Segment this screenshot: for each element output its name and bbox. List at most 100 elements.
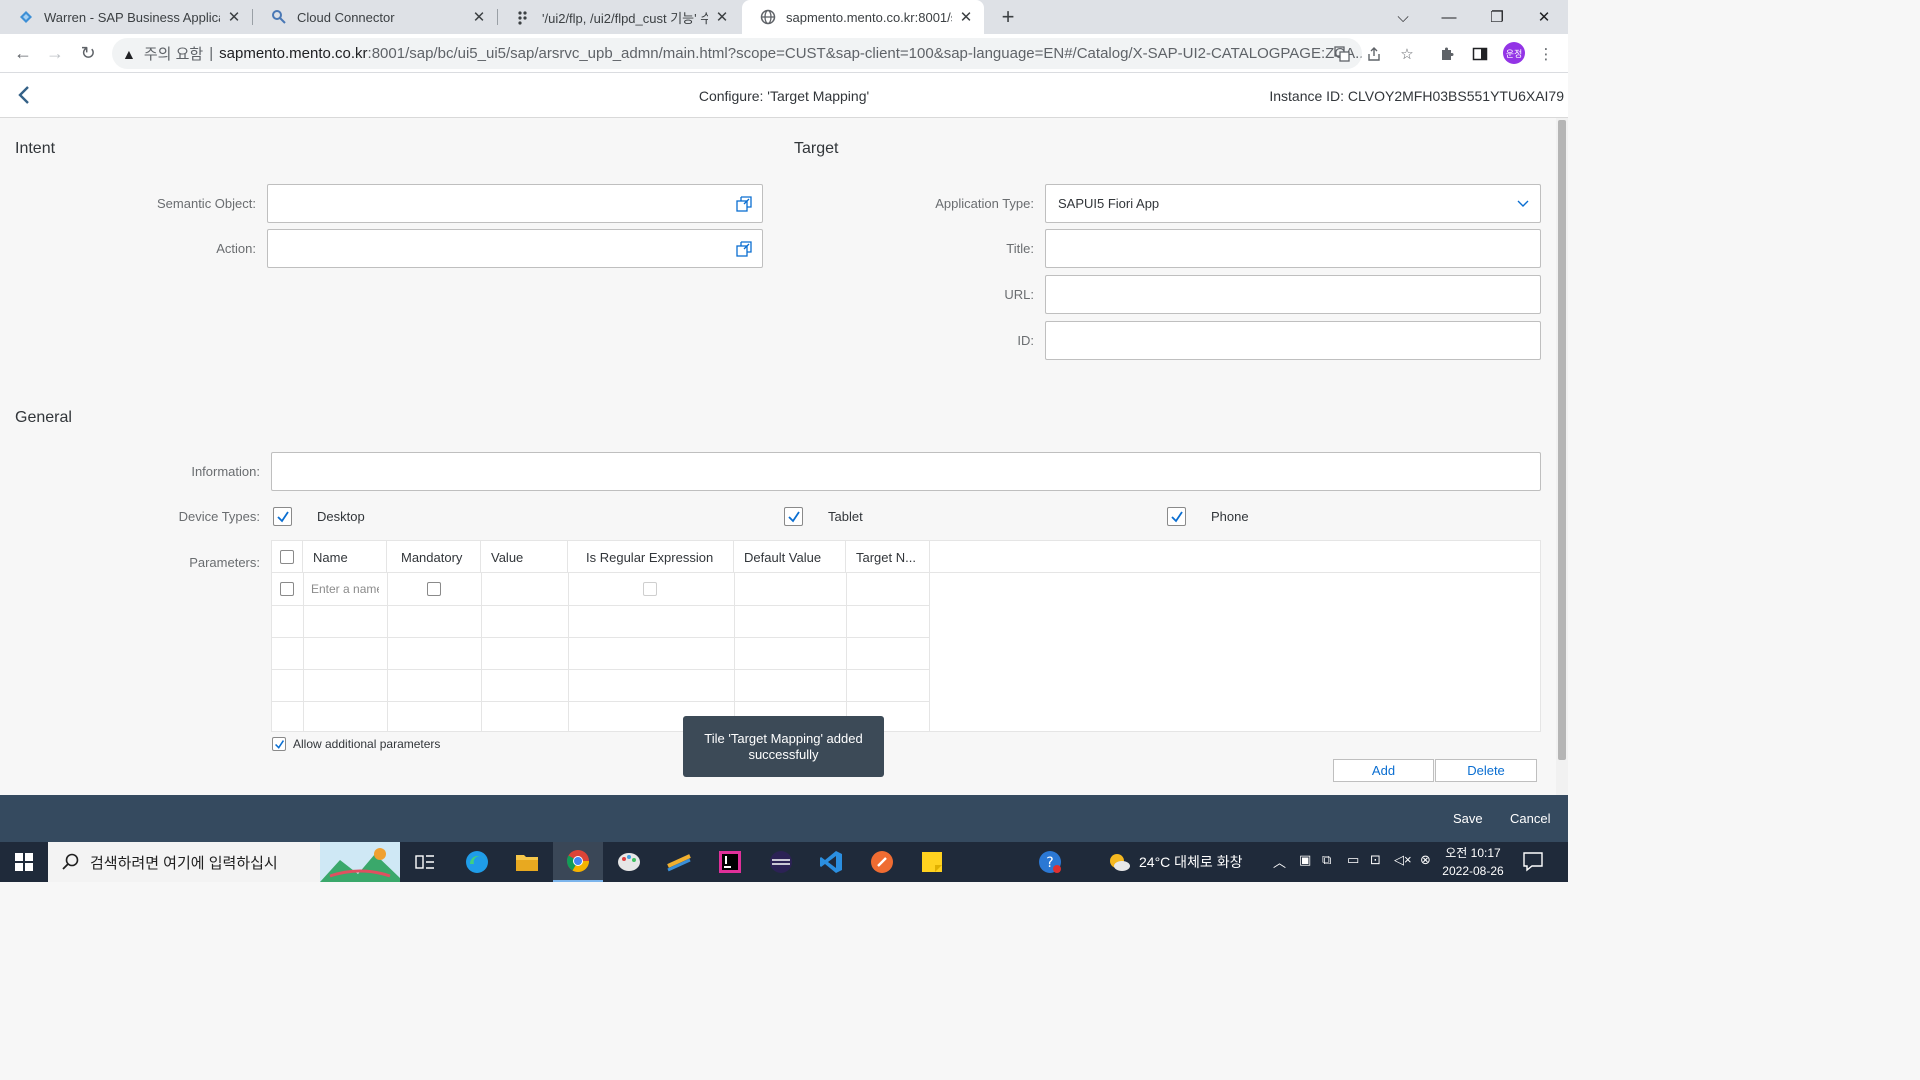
side-panel-icon[interactable]: [1469, 43, 1491, 65]
grid-line: [734, 573, 735, 731]
tablet-checkbox[interactable]: [784, 507, 803, 526]
cloud-connector-icon: [271, 9, 287, 25]
chrome-icon[interactable]: [553, 842, 603, 882]
close-tab-icon[interactable]: ✕: [471, 8, 487, 26]
tablet-label: Tablet: [828, 509, 863, 524]
action-input[interactable]: [267, 229, 763, 268]
share-icon[interactable]: [1363, 43, 1385, 65]
scrollbar-thumb[interactable]: [1558, 120, 1566, 760]
close-tab-icon[interactable]: ✕: [714, 8, 730, 26]
close-tab-icon[interactable]: ✕: [958, 8, 974, 26]
column-mandatory[interactable]: Mandatory: [387, 541, 481, 573]
back-arrow-icon[interactable]: ←: [8, 38, 38, 68]
check-icon: [1170, 511, 1183, 522]
dots-icon: [516, 9, 532, 25]
information-label: Information:: [191, 464, 260, 479]
grid-line: [568, 573, 569, 731]
weather-status[interactable]: 24°C 대체로 화창: [1139, 852, 1242, 872]
column-name[interactable]: Name: [303, 541, 387, 573]
application-type-label: Application Type:: [935, 196, 1034, 211]
svg-text:?: ?: [1046, 855, 1053, 871]
browser-menu-icon[interactable]: ⋮: [1535, 43, 1557, 65]
mandatory-checkbox[interactable]: [427, 582, 441, 596]
grid-line: [929, 573, 930, 731]
check-icon: [787, 511, 800, 522]
instance-id: Instance ID: CLVOY2MFH03BS551YTU6XAI79: [1269, 88, 1564, 104]
close-window-icon[interactable]: ✕: [1521, 0, 1567, 34]
translate-icon[interactable]: [1331, 43, 1353, 65]
id-input[interactable]: [1045, 321, 1541, 360]
windows-logo-icon: [15, 853, 33, 871]
information-input[interactable]: [271, 452, 1541, 491]
title-input[interactable]: [1045, 229, 1541, 268]
show-hidden-icons-icon[interactable]: ︿: [1273, 852, 1286, 871]
sap-shell-header: Configure: 'Target Mapping' Instance ID:…: [0, 73, 1568, 118]
windows-start-button[interactable]: [0, 842, 48, 882]
toast-message: Tile 'Target Mapping' added successfully: [683, 716, 884, 777]
grid-line: [272, 637, 929, 638]
close-tab-icon[interactable]: ✕: [226, 8, 242, 26]
check-icon: [276, 511, 289, 522]
forward-arrow-icon[interactable]: →: [40, 38, 70, 68]
browser-tab-sap-btp[interactable]: Warren - SAP Business Applicati ✕: [0, 0, 252, 34]
column-value[interactable]: Value: [481, 541, 568, 573]
battery-icon[interactable]: ▭: [1347, 852, 1359, 868]
edge-browser-icon[interactable]: [452, 842, 502, 882]
network-share-icon[interactable]: ⧉: [1322, 852, 1331, 868]
help-notification-icon[interactable]: ?: [1025, 842, 1075, 882]
select-all-checkbox[interactable]: [280, 550, 294, 564]
reload-icon[interactable]: ↻: [73, 38, 103, 68]
browser-tab-ui2-flp[interactable]: '/ui2/flp, /ui2/flpd_cust 기능' 수 ✕: [498, 0, 740, 34]
regex-checkbox: [643, 582, 657, 596]
save-button[interactable]: Save: [1453, 811, 1483, 826]
delete-button[interactable]: Delete: [1435, 759, 1537, 782]
intellij-icon[interactable]: [705, 842, 755, 882]
new-tab-button[interactable]: +: [996, 5, 1020, 29]
row-select-checkbox[interactable]: [280, 582, 294, 596]
extensions-puzzle-icon[interactable]: [1436, 43, 1458, 65]
phone-label: Phone: [1211, 509, 1249, 524]
taskbar-clock[interactable]: 오전 10:17 2022-08-26: [1440, 844, 1506, 880]
network-icon[interactable]: ⊡: [1370, 852, 1381, 868]
sap-gui-icon[interactable]: [654, 842, 704, 882]
value-help-icon[interactable]: [736, 241, 752, 257]
allow-additional-checkbox[interactable]: [272, 737, 286, 751]
profile-avatar[interactable]: 운정: [1503, 42, 1525, 64]
speaker-muted-icon[interactable]: ◁×: [1394, 852, 1412, 868]
url-label: URL:: [1004, 287, 1034, 302]
add-button[interactable]: Add: [1333, 759, 1434, 782]
semantic-object-input[interactable]: [267, 184, 763, 223]
url-input[interactable]: [1045, 275, 1541, 314]
address-separator: |: [209, 45, 214, 62]
browser-tab-strip: Warren - SAP Business Applicati ✕ Cloud …: [0, 0, 1568, 34]
desktop-checkbox[interactable]: [273, 507, 292, 526]
chevron-down-icon: [1517, 200, 1529, 207]
minimize-icon[interactable]: —: [1426, 0, 1472, 34]
task-view-icon[interactable]: [400, 842, 450, 882]
browser-tab-cloud-connector[interactable]: Cloud Connector ✕: [253, 0, 497, 34]
weather-sun-icon[interactable]: [1108, 852, 1130, 874]
browser-tab-sapmento[interactable]: sapmento.mento.co.kr:8001/sap ✕: [742, 0, 984, 34]
notification-off-icon[interactable]: ⊗: [1420, 852, 1431, 868]
paint-app-icon[interactable]: [604, 842, 654, 882]
column-is-regular-expression[interactable]: Is Regular Expression: [568, 541, 734, 573]
phone-checkbox[interactable]: [1167, 507, 1186, 526]
file-explorer-icon[interactable]: [502, 842, 552, 882]
value-help-icon[interactable]: [736, 196, 752, 212]
sticky-notes-icon[interactable]: [907, 842, 957, 882]
tab-search-icon[interactable]: ⌵: [1380, 0, 1426, 34]
application-type-select[interactable]: SAPUI5 Fiori App: [1045, 184, 1541, 223]
taskbar-search-box[interactable]: 검색하려면 여기에 입력하십시: [48, 842, 400, 882]
parameter-name-input[interactable]: Enter a name: [311, 582, 379, 596]
restore-icon[interactable]: ❐: [1474, 0, 1520, 34]
column-default-value[interactable]: Default Value: [734, 541, 846, 573]
eclipse-icon[interactable]: [756, 842, 806, 882]
cancel-button[interactable]: Cancel: [1510, 811, 1550, 826]
bookmark-star-icon[interactable]: ☆: [1396, 43, 1418, 65]
postman-icon[interactable]: [857, 842, 907, 882]
vscode-icon[interactable]: [806, 842, 856, 882]
address-bar[interactable]: ▲ 주의 요함 | sapmento.mento.co.kr :8001/sap…: [112, 38, 1362, 69]
column-target-name[interactable]: Target N...: [846, 541, 930, 573]
action-center-icon[interactable]: [1522, 850, 1548, 874]
meet-now-icon[interactable]: ▣: [1299, 852, 1311, 868]
